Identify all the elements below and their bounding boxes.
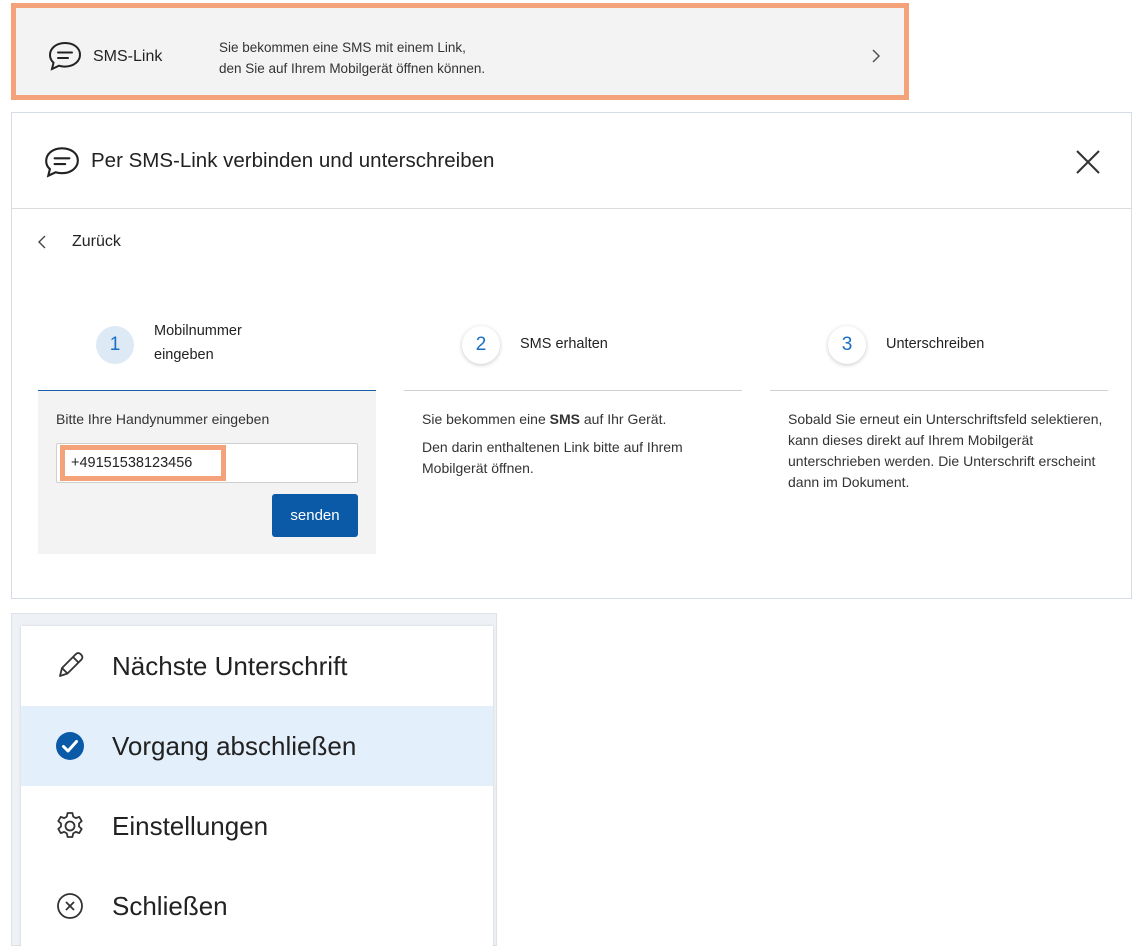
sms-link-option[interactable]: SMS-Link Sie bekommen eine SMS mit einem… — [11, 3, 909, 100]
chevron-right-icon — [872, 49, 881, 63]
step-3-text: Sobald Sie erneut ein Unterschriftsfeld … — [788, 411, 1103, 490]
step-number: 3 — [828, 326, 866, 364]
check-circle-icon — [56, 732, 84, 760]
step-2-text-2: Den darin enthaltenen Link bitte auf Ihr… — [422, 439, 683, 476]
action-menu-panel: Nächste Unterschrift Vorgang abschließen… — [11, 613, 497, 946]
step-3-header: 3 Unterschreiben — [770, 317, 1108, 391]
step-underline — [770, 390, 1108, 391]
step-underline — [404, 390, 742, 391]
dialog-header: Per SMS-Link verbinden und unterschreibe… — [12, 113, 1131, 209]
step-number: 2 — [462, 326, 500, 364]
step-label-line-2: eingeben — [154, 347, 214, 363]
menu-item-label: Einstellungen — [112, 810, 269, 841]
phone-input-label: Bitte Ihre Handynummer eingeben — [56, 411, 270, 427]
sms-link-dialog: Per SMS-Link verbinden und unterschreibe… — [11, 112, 1132, 599]
step-number: 1 — [96, 326, 134, 364]
step-1-header: 1 Mobilnummer eingeben — [38, 317, 376, 392]
close-icon[interactable] — [1074, 148, 1102, 176]
menu-item-label: Nächste Unterschrift — [112, 650, 348, 681]
option-description: Sie bekommen eine SMS mit einem Link, de… — [219, 37, 485, 79]
text-bold: SMS — [549, 411, 580, 427]
chat-bubble-icon — [48, 41, 82, 71]
gear-icon — [57, 812, 83, 838]
menu-item-complete-process[interactable]: Vorgang abschließen — [21, 706, 493, 786]
back-link[interactable]: Zurück — [36, 231, 121, 253]
step-label: Mobilnummer eingeben — [154, 319, 242, 367]
chat-bubble-icon — [45, 147, 79, 178]
phone-number-input[interactable] — [56, 443, 358, 483]
menu-item-close[interactable]: Schließen — [21, 866, 493, 946]
pencil-icon — [59, 652, 84, 677]
text-part: auf Ihr Gerät. — [579, 411, 667, 427]
menu-item-settings[interactable]: Einstellungen — [21, 786, 493, 866]
step-2-text-1: Sie bekommen eine SMS auf Ihr Gerät. — [422, 409, 744, 430]
option-description-line-1: Sie bekommen eine SMS mit einem Link, — [219, 40, 466, 55]
close-circle-icon — [57, 893, 83, 919]
step-label-line-1: Mobilnummer — [154, 323, 242, 339]
option-description-line-2: den Sie auf Ihrem Mobilgerät öffnen könn… — [219, 61, 486, 76]
option-title: SMS-Link — [93, 48, 163, 65]
menu-item-label: Schließen — [112, 890, 228, 921]
chevron-left-icon — [38, 235, 46, 249]
step-2-body: Sie bekommen eine SMS auf Ihr Gerät. Den… — [422, 409, 744, 479]
text-part: Sie bekommen eine — [422, 411, 550, 427]
step-2-header: 2 SMS erhalten — [404, 317, 742, 391]
action-menu: Nächste Unterschrift Vorgang abschließen… — [21, 626, 493, 946]
menu-item-label: Vorgang abschließen — [112, 730, 357, 761]
back-label: Zurück — [72, 233, 121, 250]
send-button[interactable]: senden — [272, 494, 358, 537]
step-3-body: Sobald Sie erneut ein Unterschriftsfeld … — [788, 409, 1112, 493]
step-label: SMS erhalten — [520, 336, 608, 352]
dialog-title: Per SMS-Link verbinden und unterschreibe… — [91, 149, 495, 172]
step-1-body: Bitte Ihre Handynummer eingeben senden — [38, 391, 376, 554]
step-label: Unterschreiben — [886, 336, 985, 352]
menu-item-next-signature[interactable]: Nächste Unterschrift — [21, 626, 493, 706]
